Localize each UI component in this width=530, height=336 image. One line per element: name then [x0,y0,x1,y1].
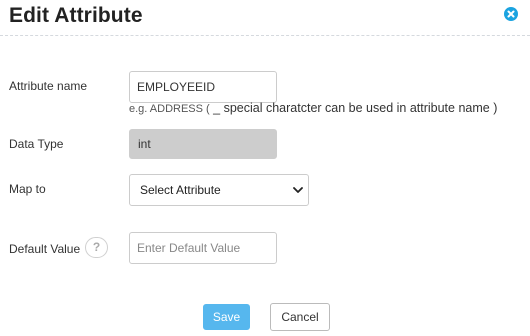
edit-attribute-dialog: Edit Attribute Attribute name e.g. ADDRE… [0,0,530,336]
data-type-field: int [129,129,277,159]
close-icon[interactable] [504,7,518,21]
attribute-name-label: Attribute name [9,79,88,93]
chevron-down-icon [293,187,303,193]
cancel-button[interactable]: Cancel [270,303,330,331]
hint-example: e.g. ADDRESS ( [129,103,210,115]
map-to-select[interactable]: Select Attribute [129,174,309,206]
default-value-label: Default Value [9,242,81,256]
attribute-name-hint: e.g. ADDRESS ( _ special charatcter can … [129,101,497,115]
map-to-selected-value: Select Attribute [140,183,221,197]
save-button[interactable]: Save [203,304,250,330]
dialog-header: Edit Attribute [0,0,530,36]
hint-text: _ special charatcter can be used in attr… [209,101,498,115]
help-icon[interactable]: ? [85,237,108,258]
attribute-name-input[interactable] [129,71,277,103]
data-type-label: Data Type [9,137,64,151]
dialog-title: Edit Attribute [9,4,143,27]
default-value-input[interactable] [129,232,277,264]
map-to-label: Map to [9,182,46,196]
